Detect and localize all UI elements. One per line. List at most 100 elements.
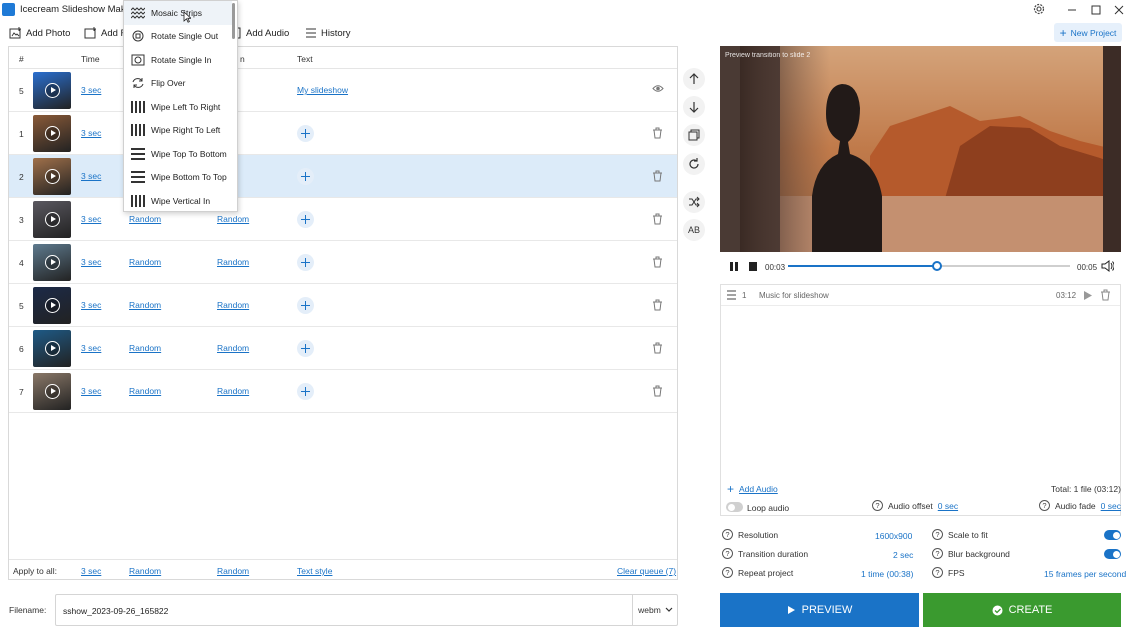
play-circle-icon[interactable] [45, 341, 60, 356]
dropdown-item[interactable]: Wipe Bottom To Top [124, 166, 232, 190]
apply-transition-in-link[interactable]: Random [129, 566, 161, 576]
add-text-button[interactable] [297, 383, 314, 400]
apply-time-link[interactable]: 3 sec [81, 566, 101, 576]
text-style-link[interactable]: Text style [297, 566, 332, 576]
delete-audio-icon[interactable] [1100, 289, 1111, 301]
slide-thumbnail[interactable] [33, 287, 71, 324]
delete-slide-icon[interactable] [652, 299, 663, 311]
minimize-icon[interactable] [1066, 4, 1078, 16]
history-button[interactable]: History [305, 25, 351, 41]
table-row[interactable]: 4 3 sec Random Random [9, 241, 677, 284]
table-row[interactable]: 5 3 sec Random Random [9, 284, 677, 327]
dropdown-item[interactable]: Rotate Single Out [124, 25, 232, 49]
help-icon[interactable]: ? [872, 500, 883, 511]
play-circle-icon[interactable] [45, 83, 60, 98]
filename-input[interactable]: sshow_2023-09-26_165822 [63, 606, 168, 616]
stop-icon[interactable] [748, 261, 758, 272]
table-row[interactable]: 3 3 sec Random Random [9, 198, 677, 241]
play-audio-icon[interactable] [1083, 290, 1093, 301]
add-file-button[interactable]: Add F [84, 25, 126, 41]
delete-slide-icon[interactable] [652, 385, 663, 397]
help-icon[interactable]: ? [1039, 500, 1050, 511]
add-text-button[interactable] [297, 125, 314, 142]
play-circle-icon[interactable] [45, 298, 60, 313]
settings-gear-icon[interactable] [1032, 2, 1046, 16]
transition-out-link[interactable]: Random [217, 343, 249, 353]
scale-to-fit-toggle[interactable] [1104, 530, 1121, 540]
progress-knob[interactable] [932, 261, 943, 271]
clear-queue-link[interactable]: Clear queue (7) [617, 566, 676, 576]
audio-track-row[interactable]: 1 Music for slideshow 03:12 [721, 285, 1120, 306]
help-icon[interactable]: ? [932, 548, 943, 559]
slide-thumbnail[interactable] [33, 244, 71, 281]
table-row[interactable]: 7 3 sec Random Random [9, 370, 677, 413]
help-icon[interactable]: ? [722, 567, 733, 578]
duplicate-button[interactable] [683, 124, 705, 146]
slide-duration-link[interactable]: 3 sec [81, 128, 101, 138]
slide-duration-link[interactable]: 3 sec [81, 85, 101, 95]
filename-field[interactable]: sshow_2023-09-26_165822 webm [55, 594, 678, 626]
add-text-button[interactable] [297, 211, 314, 228]
slide-thumbnail[interactable] [33, 72, 71, 109]
drag-handle-icon[interactable] [726, 290, 737, 300]
dropdown-item[interactable]: Wipe Left To Right [124, 95, 232, 119]
slide-text-link[interactable]: My slideshow [297, 85, 348, 95]
slide-duration-link[interactable]: 3 sec [81, 300, 101, 310]
loop-audio-toggle[interactable] [726, 502, 743, 512]
help-icon[interactable]: ? [932, 529, 943, 540]
transition-out-link[interactable]: Random [217, 214, 249, 224]
dropdown-item[interactable]: Mosaic Strips [124, 1, 232, 25]
dropdown-item[interactable]: Wipe Right To Left [124, 119, 232, 143]
dropdown-item[interactable]: Wipe Top To Bottom [124, 142, 232, 166]
slide-duration-link[interactable]: 3 sec [81, 386, 101, 396]
add-text-button[interactable] [297, 254, 314, 271]
transition-out-link[interactable]: Random [217, 257, 249, 267]
add-photo-button[interactable]: Add Photo [9, 25, 70, 41]
table-row[interactable]: 6 3 sec Random Random [9, 327, 677, 370]
repeat-project-value[interactable]: 1 time (00:38) [861, 569, 913, 579]
move-up-button[interactable] [683, 68, 705, 90]
maximize-icon[interactable] [1090, 4, 1102, 16]
audio-offset-value[interactable]: 0 sec [938, 501, 958, 511]
slide-duration-link[interactable]: 3 sec [81, 171, 101, 181]
play-circle-icon[interactable] [45, 212, 60, 227]
delete-slide-icon[interactable] [652, 342, 663, 354]
transition-out-link[interactable]: Random [217, 300, 249, 310]
add-text-button[interactable] [297, 297, 314, 314]
delete-slide-icon[interactable] [652, 213, 663, 225]
table-row[interactable]: 23 secRight [9, 155, 677, 198]
delete-slide-icon[interactable] [652, 127, 663, 139]
play-circle-icon[interactable] [45, 384, 60, 399]
add-audio-link[interactable]: + Add Audio [727, 482, 778, 496]
slide-thumbnail[interactable] [33, 158, 71, 195]
play-circle-icon[interactable] [45, 126, 60, 141]
slide-thumbnail[interactable] [33, 115, 71, 152]
table-row[interactable]: 13 secdom [9, 112, 677, 155]
audio-fade-value[interactable]: 0 sec [1101, 501, 1121, 511]
transition-out-link[interactable]: Random [217, 386, 249, 396]
add-text-button[interactable] [297, 168, 314, 185]
play-circle-icon[interactable] [45, 169, 60, 184]
close-icon[interactable] [1113, 4, 1125, 16]
slide-thumbnail[interactable] [33, 201, 71, 238]
dropdown-item[interactable]: Rotate Single In [124, 48, 232, 72]
new-project-button[interactable]: + New Project [1054, 23, 1122, 42]
transition-in-link[interactable]: Random [129, 214, 161, 224]
transition-duration-value[interactable]: 2 sec [893, 550, 913, 560]
transition-in-link[interactable]: Random [129, 343, 161, 353]
help-icon[interactable]: ? [722, 529, 733, 540]
delete-slide-icon[interactable] [652, 256, 663, 268]
fps-value[interactable]: 15 frames per second [1044, 569, 1126, 579]
dropdown-scrollbar[interactable] [232, 3, 235, 39]
move-down-button[interactable] [683, 96, 705, 118]
preview-button[interactable]: PREVIEW [720, 593, 919, 627]
text-ab-button[interactable]: AB [683, 219, 705, 241]
transition-in-link[interactable]: Random [129, 300, 161, 310]
rotate-button[interactable] [683, 153, 705, 175]
create-button[interactable]: CREATE [923, 593, 1121, 627]
add-audio-toolbar-button[interactable]: Add Audio [234, 25, 289, 41]
blur-background-toggle[interactable] [1104, 549, 1121, 559]
preview-area[interactable]: Preview transition to slide 2 [720, 46, 1121, 252]
slide-thumbnail[interactable] [33, 373, 71, 410]
help-icon[interactable]: ? [932, 567, 943, 578]
